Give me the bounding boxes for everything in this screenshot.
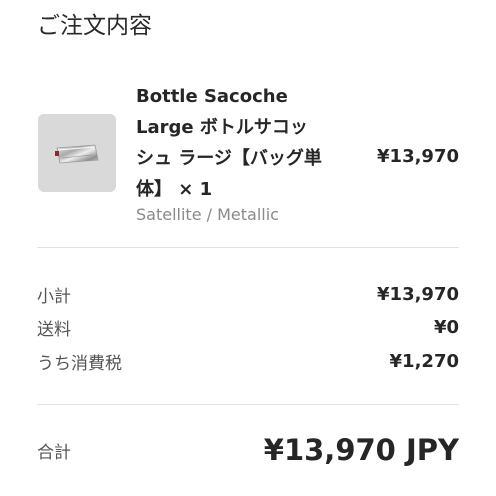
product-variant: Satellite / Metallic	[136, 205, 279, 224]
product-name-line: Large ボトルサコッ	[136, 117, 308, 138]
product-name-line: 体】 × 1	[136, 179, 213, 200]
shipping-value: ¥0	[433, 316, 459, 338]
order-summary-title: ご注文内容	[37, 13, 152, 39]
divider	[37, 404, 459, 405]
divider	[37, 247, 459, 248]
subtotal-row: 小計 ¥13,970	[37, 278, 459, 310]
subtotal-value: ¥13,970	[377, 283, 459, 305]
total-label: 合計	[37, 442, 71, 463]
product-name-line: シュ ラージ【バッグ単	[136, 148, 322, 169]
tax-label: うち消費税	[37, 353, 122, 374]
metallic-bag-icon	[55, 144, 99, 164]
product-thumbnail[interactable]	[38, 114, 116, 192]
shipping-row: 送料 ¥0	[37, 311, 459, 343]
tax-value: ¥1,270	[389, 350, 459, 372]
total-row: 合計 ¥13,970 JPY	[37, 427, 459, 473]
total-value: ¥13,970 JPY	[263, 433, 459, 467]
shipping-label: 送料	[37, 319, 71, 340]
product-name-line: Bottle Sacoche	[136, 86, 288, 107]
product-price: ¥13,970	[377, 146, 459, 167]
tax-row: うち消費税 ¥1,270	[37, 345, 459, 377]
product-name[interactable]: Bottle Sacoche Large ボトルサコッ シュ ラージ【バッグ単 …	[136, 81, 356, 205]
subtotal-label: 小計	[37, 286, 71, 307]
